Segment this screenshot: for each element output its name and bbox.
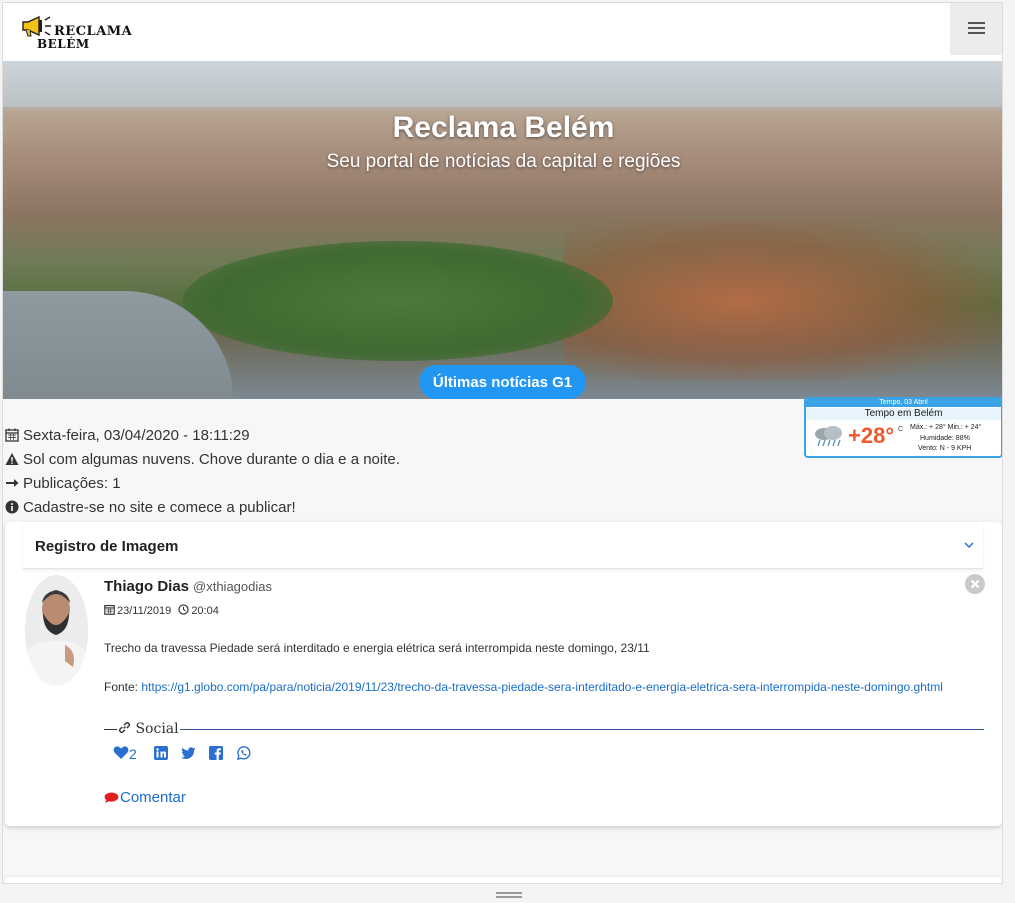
warning-icon — [5, 453, 19, 465]
comment-button[interactable]: Comentar — [104, 789, 186, 806]
signup-text: Cadastre-se no site e comece a publicar! — [23, 499, 296, 516]
post-meta: 23/11/2019 20:04 — [104, 604, 219, 617]
like-count: 2 — [129, 746, 137, 762]
cloud-rain-icon — [815, 426, 842, 447]
post-text: Trecho da travessa Piedade será interdit… — [104, 641, 650, 655]
weather-title: Tempo em Belém — [806, 408, 1001, 420]
resize-grip[interactable] — [0, 885, 1015, 903]
close-icon — [970, 579, 980, 589]
hamburger-icon — [968, 22, 985, 24]
info-datetime: Sexta-feira, 03/04/2020 - 18:11:29 — [5, 427, 250, 444]
clock-icon — [178, 604, 189, 615]
source-label: Fonte: — [104, 680, 142, 694]
weather-temperature: +28° — [848, 423, 895, 448]
latest-news-button[interactable]: Últimas notícias G1 — [419, 365, 586, 399]
info-icon — [5, 500, 19, 514]
post-card: Registro de Imagem Thiago Dias @xthiagodi… — [5, 522, 1002, 826]
linkedin-icon[interactable] — [154, 746, 168, 760]
comment-label: Comentar — [120, 789, 186, 806]
author-name[interactable]: Thiago Dias — [104, 578, 189, 595]
calendar-icon — [5, 428, 19, 442]
arrow-right-icon — [6, 479, 19, 487]
close-button[interactable] — [965, 574, 985, 594]
avatar[interactable] — [25, 575, 88, 686]
megaphone-icon — [22, 15, 51, 37]
page-frame: RECLAMA BELÉM Reclama Belém Seu portal d… — [2, 2, 1003, 884]
weather-widget[interactable]: Tempo, 03 Abril Tempo em Belém +28° C Má… — [804, 397, 1002, 458]
hero-title: Reclama Belém — [392, 111, 615, 144]
weather-unit: C — [898, 426, 904, 433]
post-date: 23/11/2019 — [117, 605, 172, 617]
source-link[interactable]: https://g1.globo.com/pa/para/noticia/201… — [141, 680, 943, 694]
weather-date: Tempo, 03 Abril — [806, 399, 1001, 407]
next-card-edge — [5, 877, 1002, 883]
hero-subtitle: Seu portal de notícias da capital e regi… — [326, 151, 681, 172]
hero-banner: Reclama Belém Seu portal de notícias da … — [3, 61, 1002, 399]
weather-wind: Vento: N - 9 KPH — [918, 445, 972, 452]
card-header[interactable]: Registro de Imagem — [23, 522, 983, 569]
publications-text: Publicações: 1 — [23, 475, 121, 492]
site-logo[interactable]: RECLAMA BELÉM — [19, 15, 132, 51]
link-icon — [118, 721, 131, 734]
avatar-photo — [25, 575, 88, 686]
card-title: Registro de Imagem — [35, 538, 179, 555]
navbar: RECLAMA BELÉM — [3, 3, 1002, 62]
post-time: 20:04 — [191, 605, 219, 617]
forecast-text: Sol com algumas nuvens. Chove durante o … — [23, 451, 400, 468]
social-label: Social — [118, 721, 179, 737]
post-author: Thiago Dias @xthiagodias — [104, 578, 272, 595]
heart-icon[interactable] — [113, 745, 129, 760]
datetime-text: Sexta-feira, 03/04/2020 - 18:11:29 — [23, 427, 250, 444]
author-handle[interactable]: @xthiagodias — [193, 579, 272, 594]
whatsapp-icon[interactable] — [237, 746, 251, 760]
hero-image-roofs — [563, 221, 1002, 381]
comment-icon — [104, 792, 119, 803]
post-source: Fonte: https://g1.globo.com/pa/para/noti… — [104, 678, 974, 696]
hero-image-park — [183, 241, 613, 361]
chevron-down-icon[interactable] — [963, 539, 975, 551]
menu-toggle-button[interactable] — [950, 3, 1002, 55]
logo-text-line2: BELÉM — [37, 37, 90, 51]
facebook-icon[interactable] — [209, 746, 223, 760]
info-forecast: Sol com algumas nuvens. Chove durante o … — [5, 451, 400, 468]
weather-humidity: Humidade: 88% — [920, 435, 970, 442]
weather-max-min: Máx.: + 28° Min.: + 24° — [910, 424, 982, 431]
info-publications: Publicações: 1 — [5, 475, 121, 492]
calendar-icon — [104, 604, 115, 615]
social-divider: Social — [104, 720, 984, 740]
hero-image-river — [3, 61, 1002, 107]
social-label-text: Social — [135, 721, 179, 737]
twitter-icon[interactable] — [181, 747, 196, 760]
info-signup: Cadastre-se no site e comece a publicar! — [5, 499, 296, 516]
